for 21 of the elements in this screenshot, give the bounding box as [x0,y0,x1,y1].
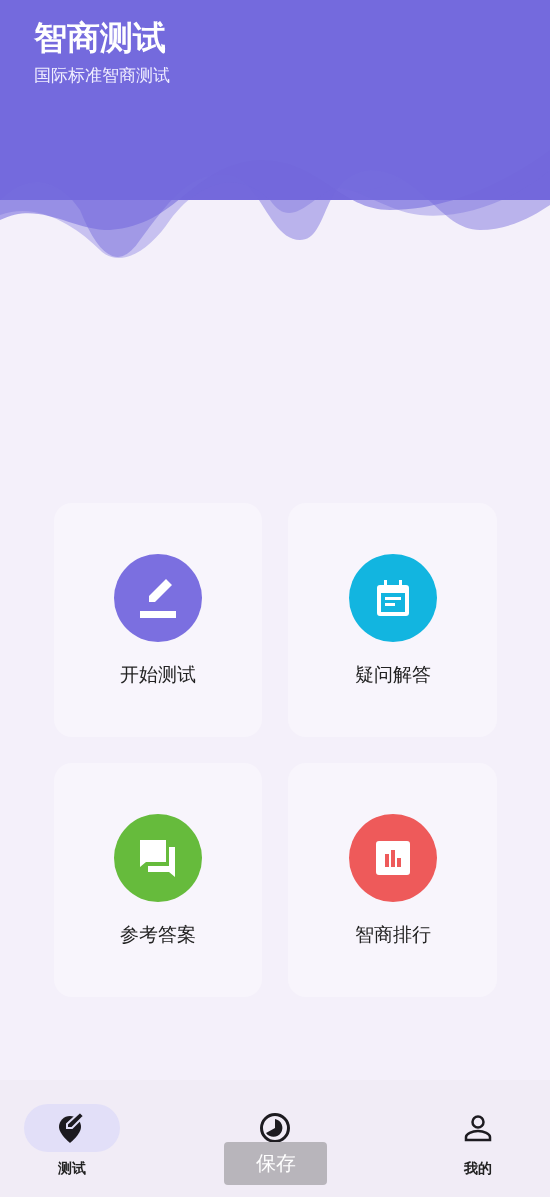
menu-card[interactable]: 开始测试 [54,503,262,737]
nav-tab[interactable] [24,1104,120,1152]
app-title: 智商测试 [34,18,167,58]
person-icon [464,1114,492,1142]
card-label: 参考答案 [120,922,196,947]
toast-message: 保存 [224,1142,327,1185]
app-subtitle: 国际标准智商测试 [34,64,171,87]
card-label: 疑问解答 [354,662,431,687]
nav-label: 我的 [464,1160,492,1178]
pencil-icon [138,577,178,619]
card-label: 智商排行 [354,922,431,947]
calendar-icon [374,579,411,617]
nav-label: 测试 [58,1160,86,1178]
bar-chart-icon [375,841,410,875]
menu-card[interactable]: 智商排行 [288,763,497,997]
pie-icon [259,1112,291,1144]
menu-card[interactable]: 参考答案 [54,763,262,997]
pin-pencil-icon [58,1112,86,1144]
chat-icon [138,838,178,878]
menu-card[interactable]: 疑问解答 [288,503,497,737]
card-label: 开始测试 [120,662,196,687]
